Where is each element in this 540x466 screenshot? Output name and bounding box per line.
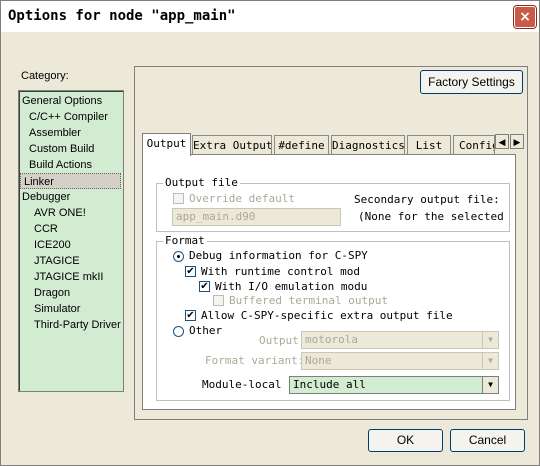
category-item[interactable]: Custom Build [29, 141, 94, 157]
category-item[interactable]: JTAGICE [34, 253, 80, 269]
allow-cspy-checkbox[interactable]: ✔ [185, 310, 196, 321]
tab-list[interactable]: List [407, 135, 451, 154]
io-emulation-label: With I/O emulation modu [215, 280, 368, 293]
tab-extra-output[interactable]: Extra Output [192, 135, 272, 154]
category-item[interactable]: Dragon [34, 285, 70, 301]
title-bar: Options for node "app_main" × [1, 1, 539, 32]
io-emulation-checkbox[interactable]: ✔ [199, 281, 210, 292]
other-label: Other [189, 324, 223, 337]
tab-scroll-left-icon[interactable]: ◀ [495, 134, 509, 149]
ok-button[interactable]: OK [368, 429, 443, 452]
category-item[interactable]: Simulator [34, 301, 80, 317]
factory-settings-button[interactable]: Factory Settings [420, 70, 523, 94]
format-variant-label: Format variant: [205, 354, 305, 367]
buffered-output-checkbox[interactable] [213, 295, 224, 306]
output-file-group-title: Output file [163, 176, 240, 189]
output-filename-field[interactable]: app_main.d90 [172, 208, 341, 226]
category-item[interactable]: General Options [22, 93, 102, 109]
category-item[interactable]: Third-Party Driver [34, 317, 121, 333]
override-default-checkbox[interactable] [173, 193, 184, 204]
category-item[interactable]: ICE200 [34, 237, 71, 253]
options-dialog: Options for node "app_main" × Category: … [0, 0, 540, 466]
debug-info-radio[interactable] [173, 251, 184, 262]
module-local-value: Include all [293, 378, 366, 391]
secondary-output-label: Secondary output file: [354, 193, 500, 206]
runtime-control-label: With runtime control mod [201, 265, 360, 278]
format-group-title: Format [163, 234, 207, 247]
window-title: Options for node "app_main" [8, 8, 236, 24]
tab-output[interactable]: Output [142, 133, 191, 156]
tab-diagnostics[interactable]: Diagnostics [331, 135, 405, 154]
tab-define[interactable]: #define [274, 135, 329, 154]
override-default-label: Override default [189, 192, 295, 205]
chevron-down-icon: ▼ [482, 353, 498, 369]
output-format-select[interactable]: motorola ▼ [301, 331, 499, 349]
module-local-label: Module-local [202, 378, 282, 391]
category-item[interactable]: Debugger [22, 189, 70, 205]
tab-config[interactable]: Config [453, 135, 495, 154]
category-item[interactable]: AVR ONE! [34, 205, 86, 221]
cancel-button[interactable]: Cancel [450, 429, 525, 452]
other-radio[interactable] [173, 326, 184, 337]
category-item[interactable]: C/C++ Compiler [29, 109, 108, 125]
category-label: Category: [21, 70, 69, 82]
category-item[interactable]: Assembler [29, 125, 81, 141]
secondary-output-value: (None for the selected fo [358, 210, 503, 223]
output-format-label: Output [259, 334, 299, 347]
category-list[interactable]: General Options C/C++ Compiler Assembler Cu… [18, 90, 124, 392]
allow-cspy-label: Allow C-SPY-specific extra output file [201, 309, 453, 322]
chevron-down-icon: ▼ [482, 377, 498, 393]
format-variant-select[interactable]: None ▼ [301, 352, 499, 370]
category-item[interactable]: Build Actions [29, 157, 92, 173]
tab-scroll-right-icon[interactable]: ▶ [510, 134, 524, 149]
category-item[interactable]: Linker [20, 173, 121, 189]
category-item[interactable]: CCR [34, 221, 58, 237]
chevron-down-icon: ▼ [482, 332, 498, 348]
format-variant-value: None [305, 354, 332, 367]
runtime-control-checkbox[interactable]: ✔ [185, 266, 196, 277]
buffered-output-label: Buffered terminal output [229, 294, 388, 307]
close-icon[interactable]: × [513, 5, 537, 29]
output-format-value: motorola [305, 333, 358, 346]
debug-info-label: Debug information for C-SPY [189, 249, 368, 262]
category-item[interactable]: JTAGICE mkII [34, 269, 103, 285]
module-local-select[interactable]: Include all ▼ [289, 376, 499, 394]
